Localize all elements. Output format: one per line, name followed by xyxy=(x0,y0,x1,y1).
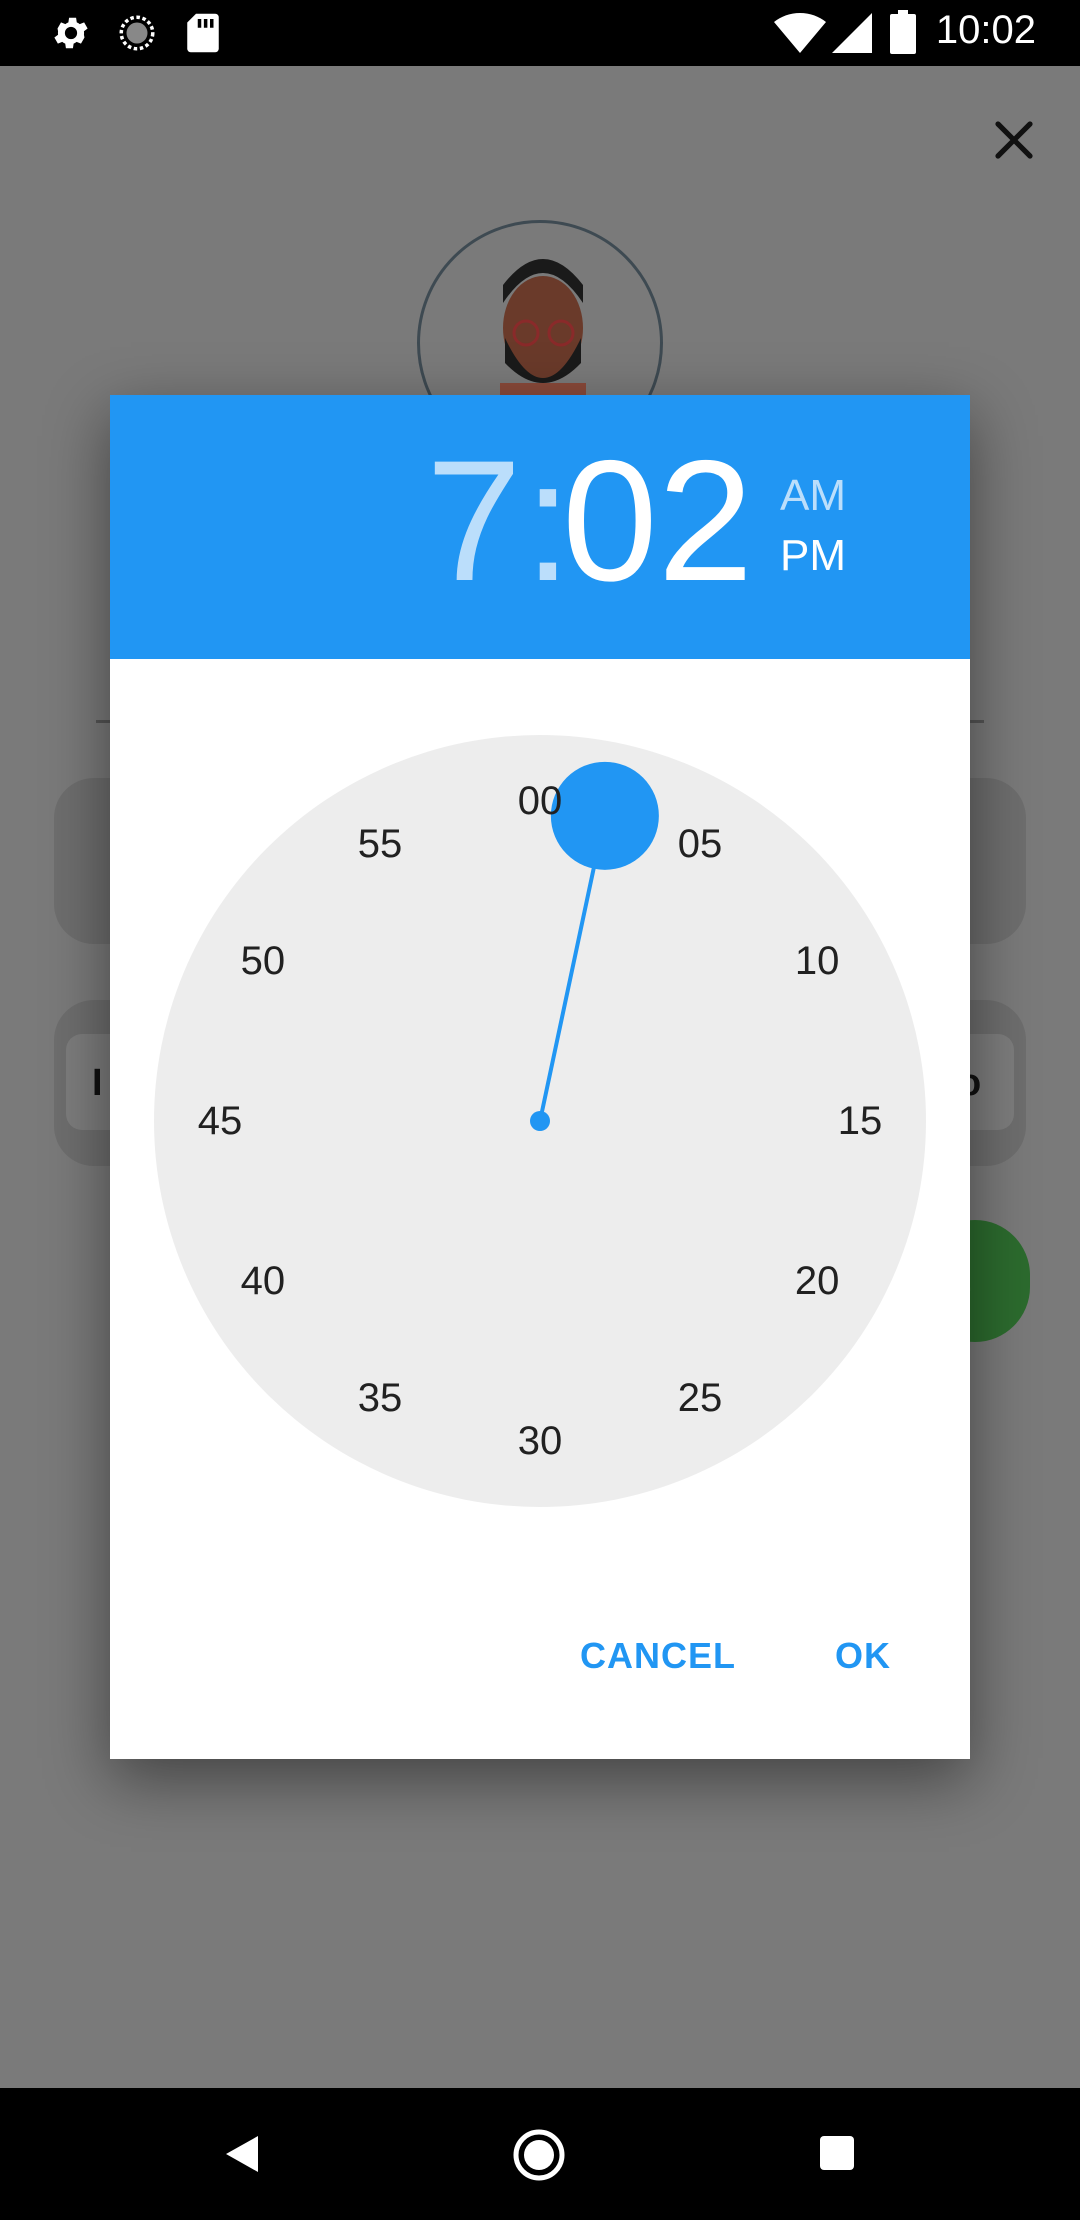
clock-number-25[interactable]: 25 xyxy=(660,1373,740,1423)
battery-icon xyxy=(890,10,916,54)
gear-icon xyxy=(54,17,88,49)
status-time: 10:02 xyxy=(935,8,1036,52)
background-text: I xyxy=(92,1062,103,1104)
clock-number-15[interactable]: 15 xyxy=(820,1096,900,1146)
clock-number-30[interactable]: 30 xyxy=(500,1416,580,1466)
wifi-icon xyxy=(774,13,826,53)
clock-number-10[interactable]: 10 xyxy=(777,936,857,986)
time-picker-header: 7 : 02 AM PM xyxy=(110,395,970,659)
recents-icon[interactable] xyxy=(818,2134,856,2172)
clock-number-45[interactable]: 45 xyxy=(180,1096,260,1146)
clock-center-dot xyxy=(530,1111,550,1131)
clock-hand xyxy=(530,761,659,1131)
am-toggle[interactable]: AM xyxy=(780,471,846,521)
clock-number-00[interactable]: 00 xyxy=(500,776,580,826)
sync-icon xyxy=(119,15,155,51)
clock-number-35[interactable]: 35 xyxy=(340,1373,420,1423)
navigation-bar xyxy=(0,2088,1080,2220)
clock-number-05[interactable]: 05 xyxy=(660,819,740,869)
sd-card-icon xyxy=(187,13,219,53)
clock-number-20[interactable]: 20 xyxy=(777,1256,857,1306)
time-picker-dialog: 7 : 02 AM PM 00 05 10 15 20 25 30 35 40 45 50 55 CA… xyxy=(110,395,970,1759)
signal-icon xyxy=(832,13,872,53)
minute-dial[interactable]: 00 05 10 15 20 25 30 35 40 45 50 55 xyxy=(154,735,926,1507)
ok-button[interactable]: OK xyxy=(835,1635,891,1677)
close-icon[interactable] xyxy=(990,116,1038,164)
pm-toggle[interactable]: PM xyxy=(780,531,846,581)
cancel-button[interactable]: CANCEL xyxy=(580,1635,736,1677)
clock-number-40[interactable]: 40 xyxy=(223,1256,303,1306)
status-bar: 10:02 xyxy=(0,0,1080,66)
clock-number-55[interactable]: 55 xyxy=(340,819,420,869)
clock-number-50[interactable]: 50 xyxy=(223,936,303,986)
hour-display[interactable]: 7 xyxy=(426,435,522,607)
home-icon[interactable] xyxy=(512,2128,566,2182)
back-icon[interactable] xyxy=(222,2132,262,2176)
minute-display[interactable]: 02 xyxy=(562,435,753,607)
